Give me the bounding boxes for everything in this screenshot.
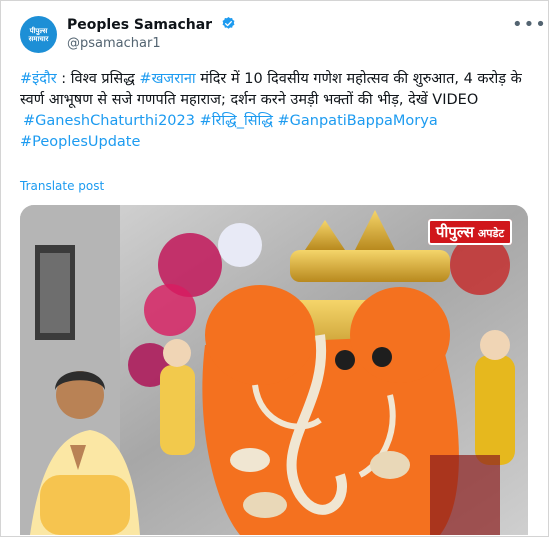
account-handle[interactable]: @psamachar1 [67, 36, 161, 51]
hashtag-ganpati-bappa-morya[interactable]: #GanpatiBappaMorya [278, 113, 438, 129]
translate-post-link[interactable]: Translate post [20, 179, 104, 193]
badge-sub-text: अपडेट [477, 227, 504, 240]
account-name-row[interactable]: Peoples Samachar [67, 16, 236, 33]
account-name[interactable]: Peoples Samachar [67, 17, 212, 33]
avatar-text-line2: समाचार [28, 34, 49, 43]
hashtag-khajrana[interactable]: #खजराना [139, 71, 195, 87]
hashtag-indore[interactable]: #इंदौर [20, 71, 57, 87]
badge-main-text: पीपुल्स [435, 223, 474, 241]
hashtag-peoples-update[interactable]: #PeoplesUpdate [20, 134, 140, 150]
more-options-icon[interactable]: ••• [512, 14, 547, 35]
post-media-image[interactable]: पीपुल्स अपडेट [20, 205, 528, 535]
hashtag-riddhi-siddhi[interactable]: #रिद्धि_सिद्धि [200, 113, 273, 129]
post-text: #इंदौर : विश्व प्रसिद्ध #खजराना मंदिर मे… [20, 69, 530, 153]
text-segment: : विश्व प्रसिद्ध [56, 71, 140, 87]
peoples-update-badge: पीपुल्स अपडेट [427, 219, 512, 245]
ganesh-idol-illustration [20, 205, 528, 535]
account-avatar[interactable]: पीपुल्स समाचार [20, 16, 57, 53]
avatar-text-line1: पीपुल्स [29, 26, 48, 35]
verified-badge-icon [222, 16, 235, 29]
hashtag-ganesh-chaturthi[interactable]: #GaneshChaturthi2023 [23, 113, 195, 129]
